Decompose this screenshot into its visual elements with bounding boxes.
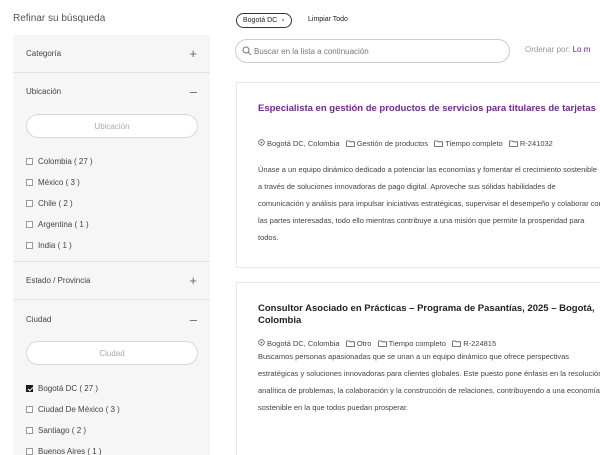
job-id: R-224815: [463, 339, 497, 348]
job-location: Bogotá DC, Colombia: [267, 339, 340, 348]
job-meta: Bogotá DC, Colombia Gestión de productos…: [258, 138, 600, 150]
expand-icon[interactable]: +: [189, 274, 197, 287]
option-label: Ciudad De México ( 3 ): [38, 405, 120, 414]
job-card: Consultor Asociado en Prácticas – Progra…: [236, 282, 600, 455]
option-label: México ( 3 ): [38, 178, 80, 187]
checkbox-option[interactable]: India ( 1 ): [26, 241, 72, 250]
section-label: Categoría: [26, 48, 62, 58]
checkbox-option[interactable]: Buenos Aires ( 1 ): [26, 447, 102, 455]
expand-icon[interactable]: +: [189, 47, 197, 60]
active-filter-chip[interactable]: Bogotá DC ×: [236, 13, 292, 28]
chip-label: Bogotá DC: [243, 17, 278, 24]
section-label: Ciudad: [26, 314, 52, 324]
job-category: Otro: [356, 339, 372, 348]
job-search-box[interactable]: [235, 39, 510, 63]
folder-icon: [345, 140, 355, 147]
folder-icon: [508, 140, 518, 147]
collapse-icon[interactable]: –: [190, 313, 197, 326]
job-type: Tiempo completo: [388, 339, 446, 348]
job-id: R-241032: [519, 139, 553, 148]
checkbox[interactable]: [26, 427, 33, 434]
folder-icon: [377, 340, 387, 347]
checkbox[interactable]: [26, 406, 33, 413]
job-card: Especialista en gestión de productos de …: [236, 82, 600, 268]
folder-icon: [345, 340, 355, 347]
option-label: Bogotá DC ( 27 ): [38, 384, 99, 393]
section-label: Estado / Provincia: [26, 275, 91, 285]
clear-all-link[interactable]: Limpiar Todo: [308, 16, 348, 23]
checkbox-option[interactable]: México ( 3 ): [26, 178, 80, 187]
location-search-input[interactable]: [26, 114, 198, 138]
search-icon: [242, 46, 252, 56]
checkbox-checked[interactable]: [26, 385, 33, 392]
collapse-icon[interactable]: –: [190, 85, 197, 98]
job-location: Bogotá DC, Colombia: [267, 139, 340, 148]
job-description: Únase a un equipo dinámico dedicado a po…: [258, 165, 600, 242]
checkbox[interactable]: [26, 158, 33, 165]
option-label: Argentina ( 1 ): [38, 220, 89, 229]
city-search-input[interactable]: [26, 341, 198, 365]
job-type: Tiempo completo: [445, 139, 503, 148]
checkbox[interactable]: [26, 179, 33, 186]
sidebar-title: Refinar su búsqueda: [13, 13, 106, 24]
job-search-input[interactable]: [254, 46, 494, 56]
checkbox-option[interactable]: Santiago ( 2 ): [26, 426, 86, 435]
option-label: Buenos Aires ( 1 ): [38, 447, 102, 455]
option-label: Colombia ( 27 ): [38, 157, 93, 166]
divider: [13, 299, 210, 300]
job-category: Gestión de productos: [356, 139, 429, 148]
checkbox-option[interactable]: Chile ( 2 ): [26, 199, 73, 208]
filter-panel: Categoría + Ubicación – Colombia ( 27 ) …: [13, 35, 210, 455]
checkbox[interactable]: [26, 242, 33, 249]
section-categoria[interactable]: Categoría +: [13, 35, 210, 71]
section-ubicacion[interactable]: Ubicación –: [13, 73, 210, 109]
close-icon[interactable]: ×: [281, 18, 285, 24]
sort-value[interactable]: Lo m: [573, 45, 591, 54]
checkbox-option[interactable]: Bogotá DC ( 27 ): [26, 384, 98, 393]
filter-sidebar: Refinar su búsqueda Categoría + Ubicació…: [0, 0, 218, 455]
sort-control[interactable]: Ordenar por: Lo m: [525, 45, 590, 54]
option-label: Chile ( 2 ): [38, 199, 73, 208]
option-label: Santiago ( 2 ): [38, 426, 87, 435]
checkbox-option[interactable]: Colombia ( 27 ): [26, 157, 93, 166]
checkbox-option[interactable]: Ciudad De México ( 3 ): [26, 405, 120, 414]
folder-icon: [434, 140, 444, 147]
sort-label: Ordenar por:: [525, 45, 571, 54]
checkbox[interactable]: [26, 448, 33, 455]
location-pin-icon: [258, 339, 265, 346]
checkbox[interactable]: [26, 221, 33, 228]
location-pin-icon: [258, 139, 265, 146]
checkbox-option[interactable]: Argentina ( 1 ): [26, 220, 89, 229]
folder-icon: [452, 340, 462, 347]
job-title-link[interactable]: Consultor Asociado en Prácticas – Progra…: [258, 303, 600, 327]
section-label: Ubicación: [26, 86, 62, 96]
job-title-link[interactable]: Especialista en gestión de productos de …: [258, 103, 600, 115]
section-estado-provincia[interactable]: Estado / Provincia +: [13, 262, 210, 298]
option-label: India ( 1 ): [38, 241, 72, 250]
job-description: Buscamos personas apasionadas que se una…: [258, 352, 600, 412]
checkbox[interactable]: [26, 200, 33, 207]
section-ciudad[interactable]: Ciudad –: [13, 301, 210, 337]
